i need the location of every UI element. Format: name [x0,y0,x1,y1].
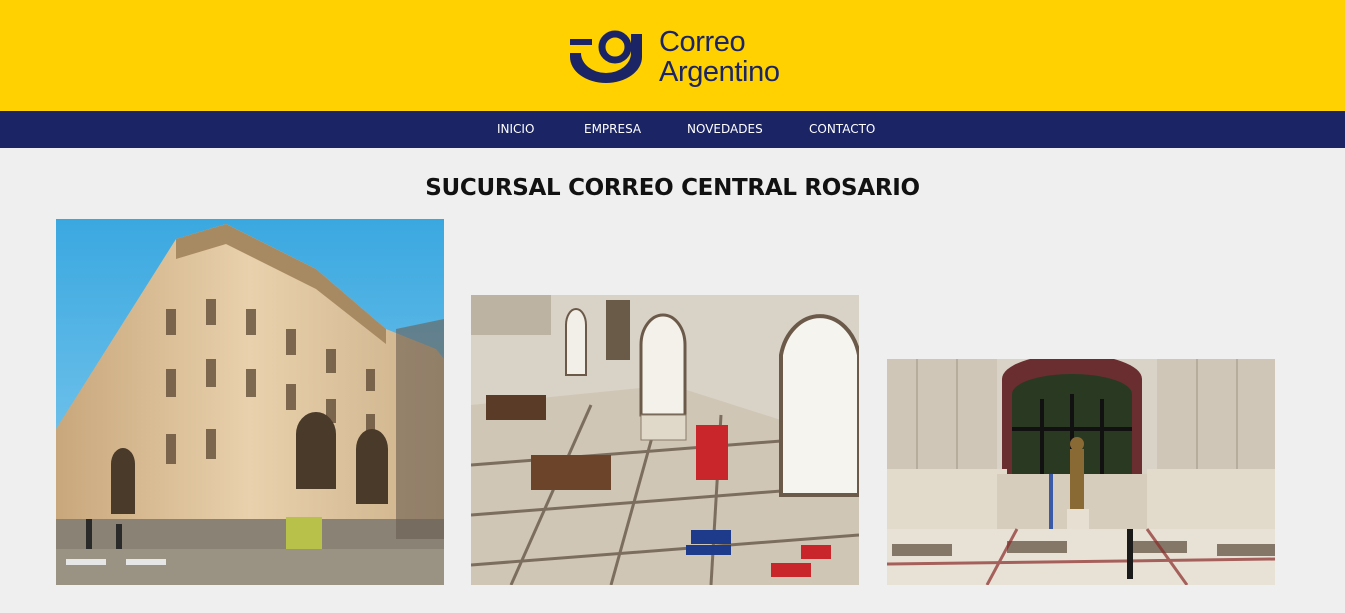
correo-logo-icon [570,30,642,83]
page-title: SUCURSAL CORREO CENTRAL ROSARIO [425,175,920,201]
nav-item-contacto[interactable]: CONTACTO [809,111,875,148]
brand-logo[interactable]: Correo Argentino [569,27,780,87]
brand-wordmark: Correo Argentino [659,27,780,87]
photo-interior-statue[interactable] [887,359,1275,585]
nav-item-empresa[interactable]: EMPRESA [584,111,641,148]
brand-name-line1: Correo [659,26,746,58]
nav-item-inicio[interactable]: INICIO [497,111,534,148]
photo-interior-hall[interactable] [471,295,859,585]
nav-item-novedades[interactable]: NOVEDADES [687,111,763,148]
site-header: Correo Argentino [0,0,1345,111]
brand-name-line2: Argentino [659,56,780,88]
main-nav: INICIO EMPRESA NOVEDADES CONTACTO [0,111,1345,148]
photo-building-exterior[interactable] [56,219,444,585]
